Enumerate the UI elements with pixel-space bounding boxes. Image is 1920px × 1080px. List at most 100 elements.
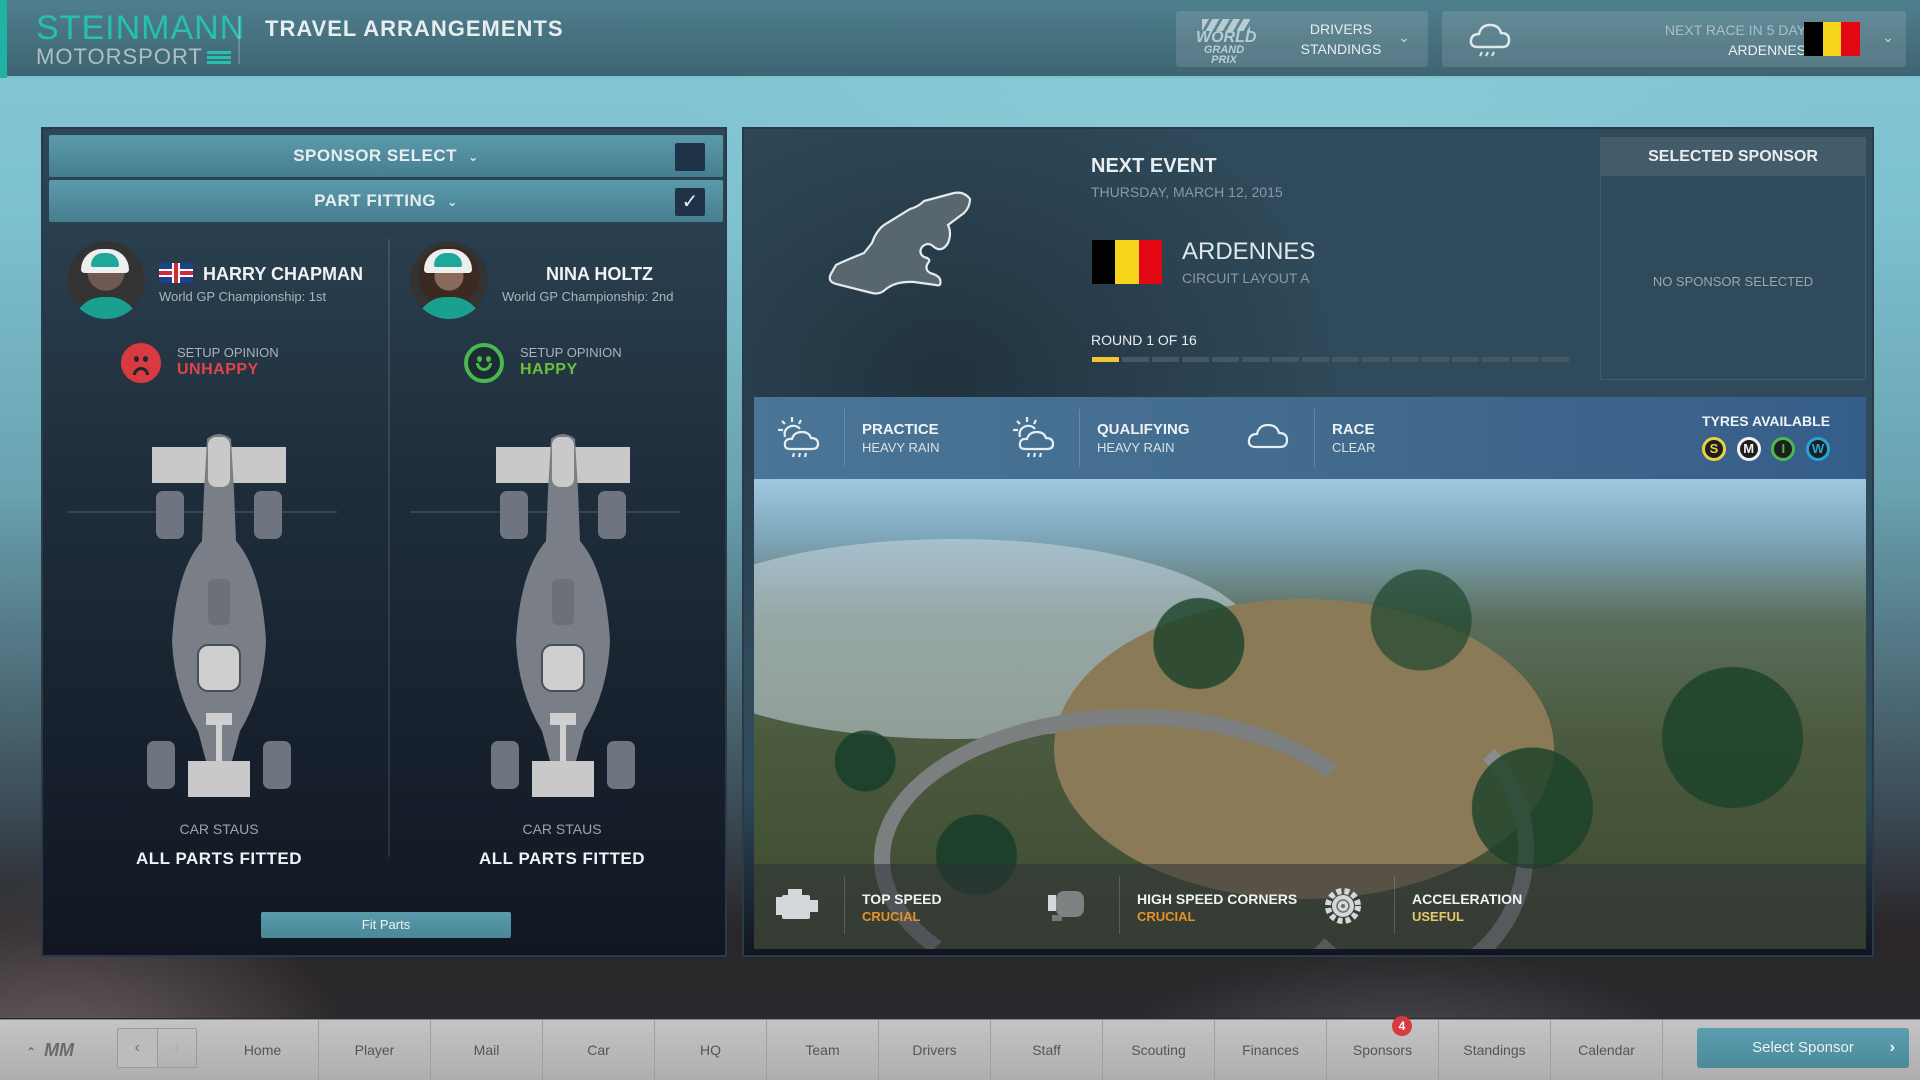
driver-name[interactable]: HARRY CHAPMAN [159,263,363,285]
session-condition: CLEAR [1332,440,1376,455]
selected-sponsor-title: SELECTED SPONSOR [1601,138,1865,176]
next-event-panel: NEXT EVENT THURSDAY, MARCH 12, 2015 ARDE… [742,127,1874,957]
gearbox-icon [1325,888,1361,924]
driver-championship: World GP Championship: 2nd [502,289,674,304]
round-segment [1122,357,1149,362]
sponsor-select-checkbox[interactable] [675,143,705,171]
sponsor-select-label: SPONSOR SELECT ⌄ [293,146,479,165]
next-event-date: THURSDAY, MARCH 12, 2015 [1091,184,1283,200]
engine-icon [776,889,818,919]
cloud-icon [1247,423,1289,449]
car-diagram-icon[interactable] [144,431,294,801]
top-bar: STEINMANN MOTORSPORT TRAVEL ARRANGEMENTS… [0,0,1920,78]
nav-item-scouting[interactable]: Scouting [1103,1020,1215,1080]
separator [844,876,845,934]
nav-item-hq[interactable]: HQ [655,1020,767,1080]
nav-item-team[interactable]: Team [767,1020,879,1080]
car-diagram-icon[interactable] [488,431,638,801]
setup-opinion: SETUP OPINION HAPPY [464,341,704,385]
chevron-down-icon: ⌄ [447,195,458,209]
attribute-acceleration: ACCELERATION USEFUL [1412,891,1522,924]
team-logo[interactable]: STEINMANN MOTORSPORT [36,10,245,68]
round-segment [1512,357,1539,362]
forward-button[interactable]: › [158,1029,197,1067]
nav-item-car[interactable]: Car [543,1020,655,1080]
car-status: CAR STAUS ALL PARTS FITTED [69,821,369,869]
game-menu-button[interactable]: ⌃ MM [26,1040,74,1061]
round-segment [1452,357,1479,362]
accent-stripe [0,0,7,78]
chevron-down-icon: ⌄ [1882,29,1894,45]
attribute-name: TOP SPEED [862,891,942,907]
nav-item-label: Player [354,1042,395,1058]
round-segment [1542,357,1569,362]
attribute-name: ACCELERATION [1412,891,1523,907]
sun-cloud-rain-icon [778,417,820,458]
driver-name[interactable]: NINA HOLTZ [502,263,653,285]
attribute-name: HIGH SPEED CORNERS [1137,891,1298,907]
separator [1394,876,1395,934]
select-sponsor-label: Select Sponsor [1752,1039,1854,1056]
no-sponsor-text: NO SPONSOR SELECTED [1652,274,1814,289]
nav-item-label: Standings [1463,1042,1526,1058]
nav-item-home[interactable]: Home [207,1020,319,1080]
part-fitting-section[interactable]: PART FITTING ⌄ ✓ [49,180,723,222]
separator [1119,876,1120,934]
tyre-compound-icon: I [1771,437,1796,461]
nav-item-standings[interactable]: Standings [1439,1020,1551,1080]
notification-badge: 4 [1392,1016,1412,1036]
history-nav: ‹ › [117,1028,197,1068]
tyre-compound-icon: M [1736,437,1761,461]
world-grand-prix-logo: WORLD GRAND PRIX [1196,19,1257,66]
round-segment [1392,357,1419,362]
tyre-list: SMIW [1696,437,1836,461]
session-condition: HEAVY RAIN [1097,440,1175,455]
drivers-standings-label: DRIVERS STANDINGS [1286,19,1396,59]
sponsor-select-section[interactable]: SPONSOR SELECT ⌄ [49,135,723,177]
round-segment [1242,357,1269,362]
selected-sponsor-box[interactable]: SELECTED SPONSOR NO SPONSOR SELECTED [1600,137,1866,380]
track-attributes: TOP SPEED CRUCIAL HIGH SPEED CORNERS CRU… [754,864,1866,949]
attribute-top-speed: TOP SPEED CRUCIAL [862,891,942,924]
session-condition: HEAVY RAIN [862,440,940,455]
nav-item-label: Drivers [912,1042,957,1058]
fit-parts-button[interactable]: Fit Parts [261,912,511,938]
nav-item-label: Sponsors [1352,1042,1413,1058]
nav-item-label: HQ [700,1042,721,1058]
car-status-label: CAR STAUS [522,821,602,837]
nav-item-player[interactable]: Player [319,1020,431,1080]
belgium-flag-icon [1092,240,1162,284]
nav-item-staff[interactable]: Staff [991,1020,1103,1080]
car-status-value: ALL PARTS FITTED [478,849,646,868]
setup-opinion-value: HAPPY [520,361,578,378]
weather-forecast: PRACTICE HEAVY RAIN QUALIFYING HEAVY RAI… [754,397,1866,479]
weather-race: RACE CLEAR [1332,421,1375,455]
setup-opinion-value: UNHAPPY [177,361,259,378]
attribute-importance: CRUCIAL [1137,909,1196,924]
attribute-importance: USEFUL [1412,909,1464,924]
driver-championship: World GP Championship: 1st [159,289,327,304]
nav-item-calendar[interactable]: Calendar [1551,1020,1663,1080]
happy-face-icon [464,343,504,383]
next-race-dropdown[interactable]: NEXT RACE IN 5 DAY ARDENNES ⌄ [1442,11,1906,67]
back-button[interactable]: ‹ [118,1029,158,1067]
chevron-up-icon: ⌃ [26,1045,37,1059]
part-fitting-checkbox[interactable]: ✓ [675,188,705,216]
nav-item-mail[interactable]: Mail [431,1020,543,1080]
select-sponsor-button[interactable]: Select Sponsor › [1697,1028,1909,1068]
round-segment [1212,357,1239,362]
tyre-compound-icon: S [1702,437,1726,461]
drivers-standings-dropdown[interactable]: WORLD GRAND PRIX DRIVERS STANDINGS ⌄ [1176,11,1428,67]
driver-avatar[interactable] [410,241,488,319]
nav-item-sponsors[interactable]: Sponsors 4 [1327,1016,1439,1080]
nav-item-drivers[interactable]: Drivers [879,1020,991,1080]
nav-item-label: Staff [1032,1042,1061,1058]
nav-item-finances[interactable]: Finances [1215,1020,1327,1080]
header-divider [238,16,240,64]
driver-avatar[interactable] [67,241,145,319]
session-name: PRACTICE [862,421,939,438]
car-status-value: ALL PARTS FITTED [135,849,303,868]
nav-item-label: Calendar [1578,1042,1635,1058]
wgp-logo-line1: WORLD [1196,29,1257,46]
tyres-title: TYRES AVAILABLE [1701,413,1831,429]
